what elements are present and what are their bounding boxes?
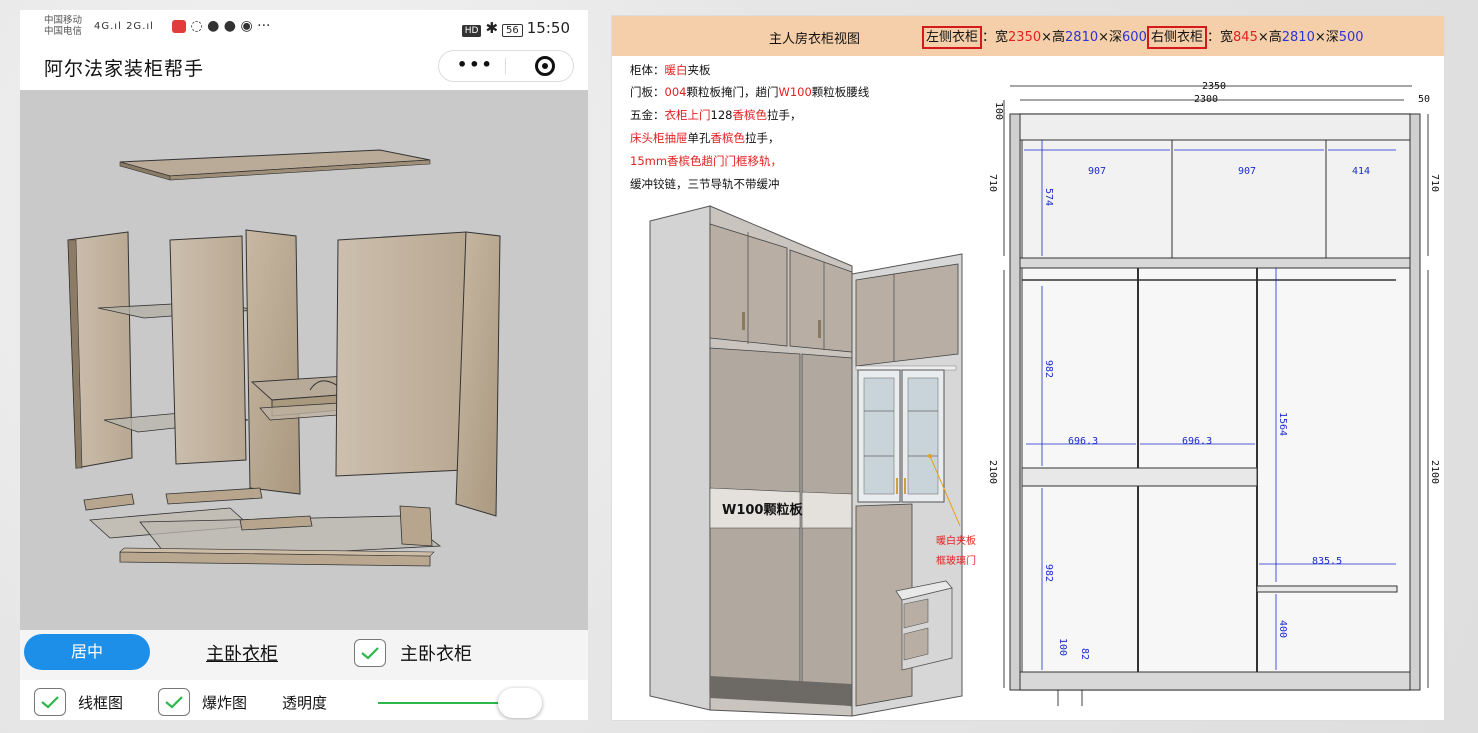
explode-checkbox[interactable]: [158, 688, 190, 716]
wireframe-label: 线框图: [78, 694, 124, 712]
dim-col1: 907: [1088, 166, 1106, 177]
hd-icon: HD: [461, 25, 482, 37]
dim-top-gap: 100: [993, 102, 1004, 120]
dim-col3: 414: [1352, 166, 1370, 177]
check-icon: [41, 696, 59, 709]
net1-label: 4G: [94, 21, 111, 32]
dim-width3: 835.5: [1312, 556, 1342, 567]
more-menu-button[interactable]: •••: [457, 55, 494, 74]
cabinet-name-link[interactable]: 主卧衣柜: [206, 640, 278, 666]
recorder-icon: [172, 19, 186, 33]
dim-top-inner: 574: [1043, 188, 1054, 206]
control-row-2: 线框图 爆炸图 透明度: [20, 680, 588, 720]
check-icon: [165, 696, 183, 709]
exploded-cabinet-model: [67, 149, 501, 567]
carrier-info: 中国移动 中国电信: [44, 15, 82, 37]
model-visible-label: 主卧衣柜: [400, 644, 472, 665]
signal-icon: .ıl: [110, 21, 122, 32]
dim-width1: 696.3: [1068, 436, 1098, 447]
status-bar: 中国移动 中国电信 4G.ıl 2G.ıl ◌ ● ● ◉ ··· HD ✱ 56 1…: [20, 10, 588, 44]
capsule-menu: •••: [438, 50, 574, 82]
time-label: 15:50: [526, 19, 570, 37]
dim-bottom-height: 400: [1277, 620, 1288, 638]
dim-top-height-right: 710: [1429, 174, 1440, 192]
carrier-2: 中国电信: [44, 26, 83, 37]
callout-door: 框玻璃门: [936, 554, 976, 567]
check-icon: [361, 647, 379, 660]
bluetooth-icon: ✱: [485, 19, 499, 37]
dim-tall: 1564: [1277, 412, 1288, 436]
design-drawing-sheet: 主人房衣柜视图 左侧衣柜 ：宽2350×高2810×深600 右侧衣柜 ：宽845×…: [611, 15, 1445, 721]
mini-program-titlebar: 阿尔法家装柜帮手 •••: [20, 44, 588, 90]
app-title: 阿尔法家装柜帮手: [44, 58, 205, 80]
phone-screen: 中国移动 中国电信 4G.ıl 2G.ıl ◌ ● ● ◉ ··· HD ✱ 56 1…: [20, 10, 588, 720]
control-row-1: 居中 主卧衣柜 主卧衣柜: [20, 630, 588, 680]
notification-icons: ◌ ● ● ◉ ···: [172, 18, 271, 34]
net2-label: 2G: [126, 21, 143, 32]
wireframe-checkbox[interactable]: [34, 688, 66, 716]
3d-viewport[interactable]: [20, 90, 588, 630]
signal-icons: 4G.ıl 2G.ıl: [94, 21, 154, 32]
dim-section2: 982: [1043, 564, 1054, 582]
dim-right-gap: 50: [1418, 94, 1430, 105]
dim-lower-left: 2100: [987, 460, 998, 484]
dim-lower-right: 2100: [1429, 460, 1440, 484]
message-icon: ●: [223, 18, 237, 34]
callout-material: 暖白夹板: [936, 534, 976, 547]
opacity-slider-track[interactable]: [378, 702, 508, 704]
dim-overall: 2350: [1202, 81, 1226, 92]
dim-base2: 82: [1079, 648, 1090, 660]
wechat-icon: ●: [207, 18, 220, 34]
opacity-slider-thumb[interactable]: [498, 688, 542, 718]
carrier-1: 中国移动: [44, 15, 83, 26]
center-button[interactable]: 居中: [24, 634, 150, 670]
dim-top-height-left: 710: [987, 174, 998, 192]
cabinet-drawings: W100颗粒板 暖白夹板 框玻璃门 2350 2300 50 100 710 7…: [649, 81, 1440, 717]
chat-bubble-icon: ◌: [190, 18, 203, 34]
battery-icon: 56: [502, 24, 523, 37]
dim-inner: 2300: [1194, 94, 1218, 105]
close-mini-program-icon[interactable]: [535, 56, 555, 76]
status-right: HD ✱ 56 15:50: [461, 19, 570, 37]
opacity-label: 透明度: [282, 694, 328, 712]
model-visible-checkbox[interactable]: [354, 639, 386, 667]
capsule-divider: [505, 58, 506, 74]
dim-section1: 982: [1043, 360, 1054, 378]
signal2-icon: .ıl: [142, 21, 154, 32]
dim-col2: 907: [1238, 166, 1256, 177]
eye-icon: ◉: [240, 18, 253, 34]
explode-label: 爆炸图: [202, 694, 248, 712]
more-dots-icon: ···: [257, 18, 271, 34]
w100-panel-label: W100颗粒板: [722, 502, 803, 518]
wardrobe-3d-render: W100颗粒板 暖白夹板 框玻璃门: [649, 205, 976, 717]
dim-width2: 696.3: [1182, 436, 1212, 447]
dim-base: 100: [1057, 638, 1068, 656]
front-elevation-drawing: [1003, 85, 1429, 706]
